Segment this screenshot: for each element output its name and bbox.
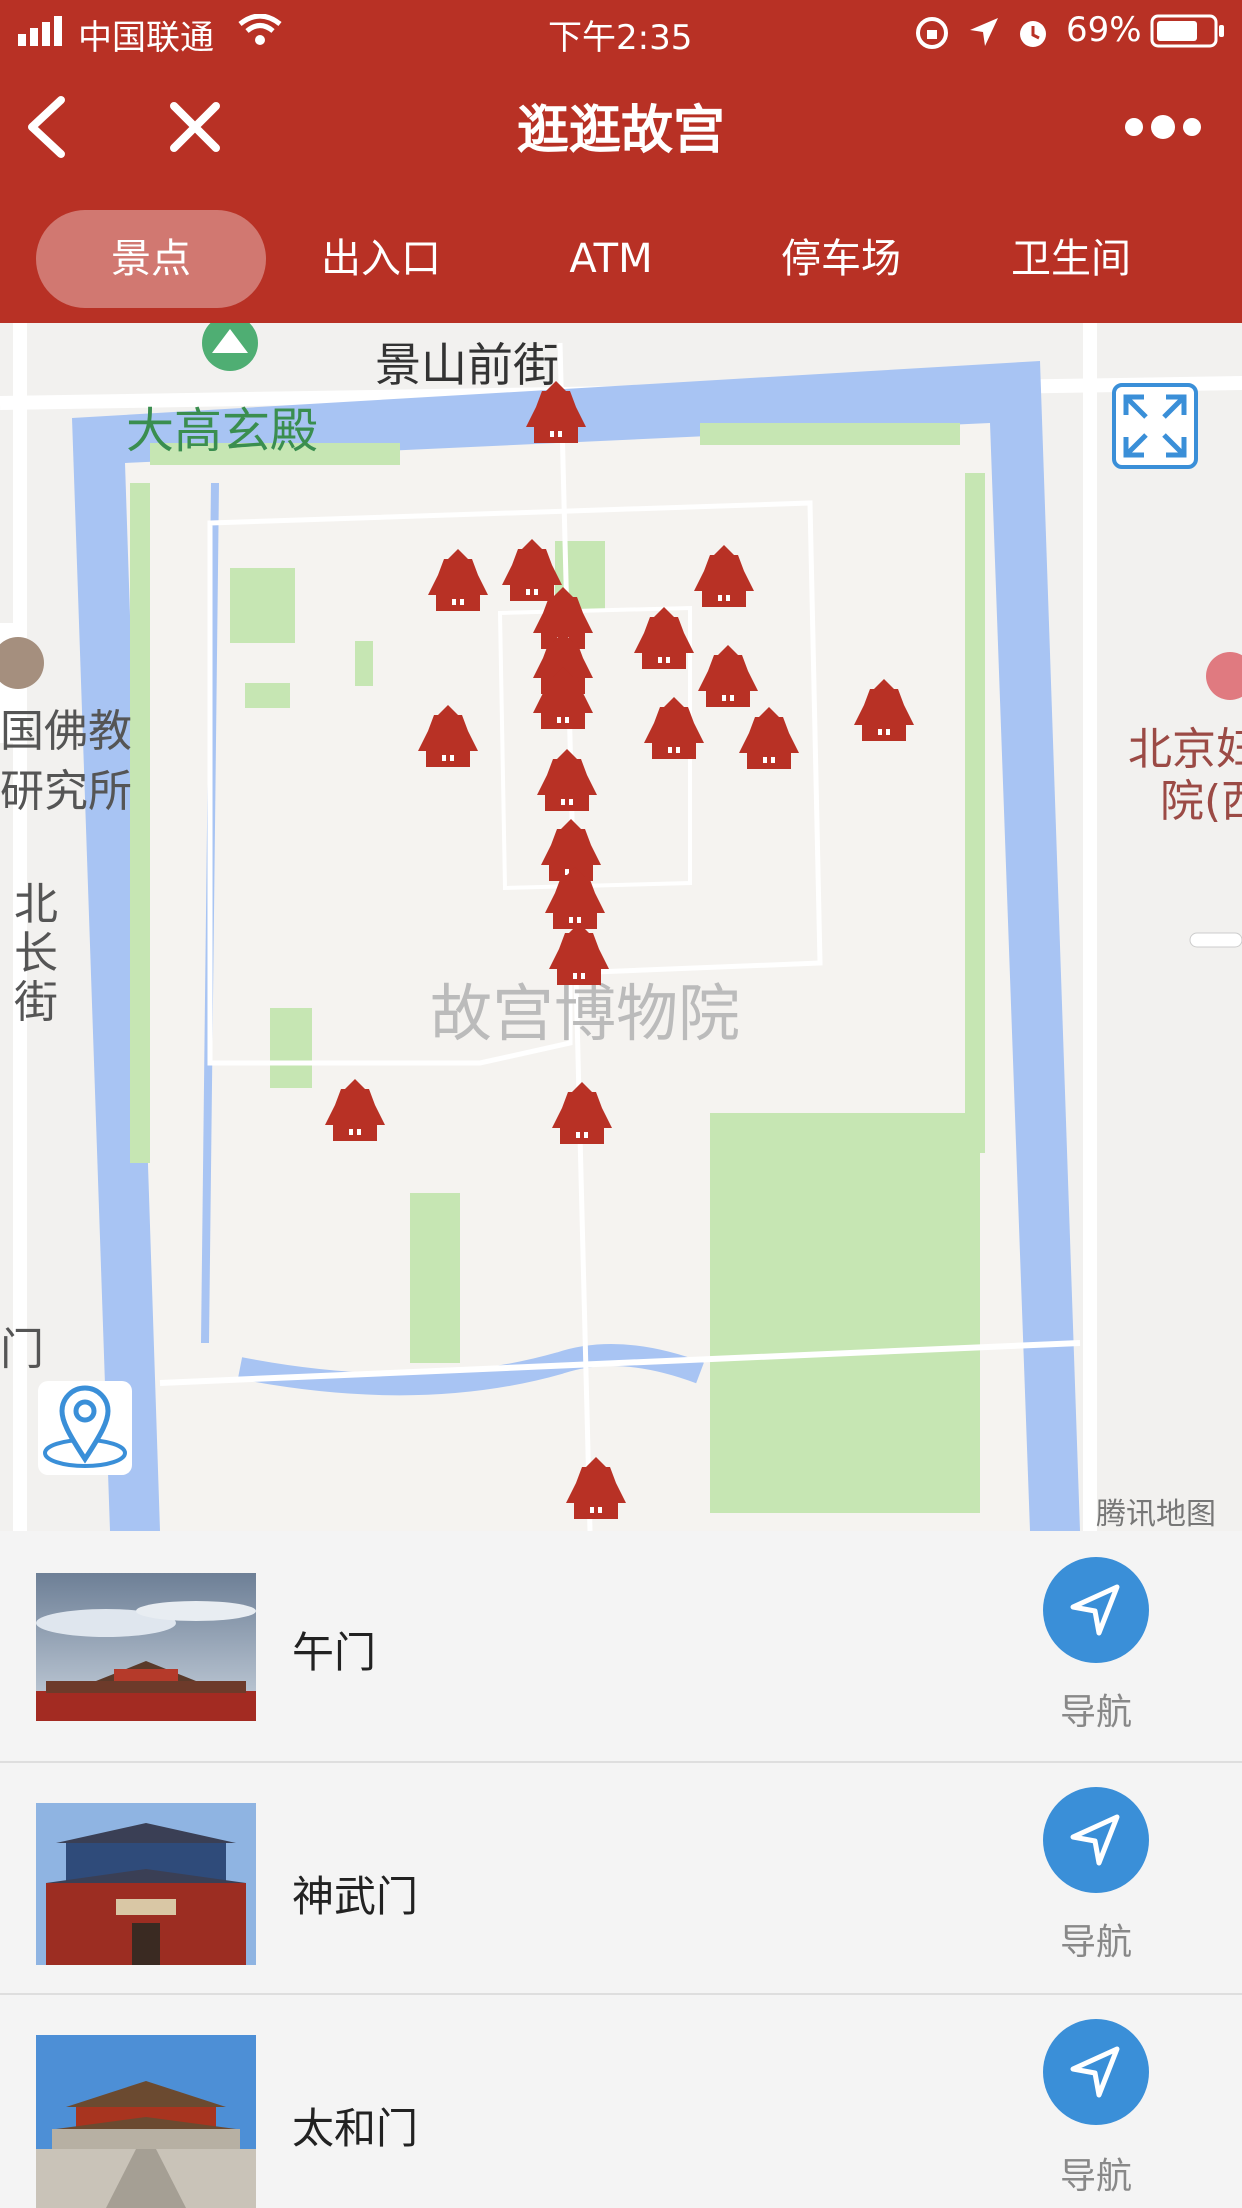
navigate-button[interactable] xyxy=(1043,1787,1149,1893)
status-bar: 中国联通 下午2:35 69% xyxy=(0,0,1242,62)
list-item[interactable]: 神武门 导航 xyxy=(0,1763,1242,1995)
navigate-label[interactable]: 导航 xyxy=(1000,1913,1192,1965)
marker-pagoda-icon[interactable] xyxy=(526,381,586,443)
rotation-lock-icon xyxy=(916,17,948,49)
list-item[interactable]: 太和门 导航 xyxy=(0,1995,1242,2208)
locate-button[interactable] xyxy=(38,1381,132,1475)
location-arrow-icon xyxy=(970,18,998,46)
navigate-label[interactable]: 导航 xyxy=(1000,1683,1192,1735)
battery-percent: 69% xyxy=(1066,10,1142,50)
attraction-name: 太和门 xyxy=(292,2104,419,2153)
navigation-arrow-icon xyxy=(1070,2046,1120,2098)
tab-entrances[interactable]: 出入口 xyxy=(266,210,496,308)
marker-pagoda-icon[interactable] xyxy=(537,749,597,811)
attraction-thumbnail xyxy=(36,1573,256,1721)
marker-pagoda-icon[interactable] xyxy=(566,1457,626,1519)
location-pin-icon xyxy=(43,1385,127,1468)
category-tabs: 景点 出入口 ATM 停车场 卫生间 xyxy=(0,192,1242,323)
carrier-label: 中国联通 xyxy=(78,18,214,58)
fullscreen-button[interactable] xyxy=(1112,383,1198,469)
more-button[interactable] xyxy=(1118,102,1208,152)
attraction-thumbnail xyxy=(36,2035,256,2208)
marker-pagoda-icon[interactable] xyxy=(694,545,754,607)
page-title: 逛逛故宫 xyxy=(516,101,725,161)
navigate-label[interactable]: 导航 xyxy=(1000,2147,1192,2199)
marker-pagoda-icon[interactable] xyxy=(634,607,694,669)
expand-icon xyxy=(1123,394,1187,458)
navigate-button[interactable] xyxy=(1043,2019,1149,2125)
attraction-name: 神武门 xyxy=(292,1872,419,1921)
marker-pagoda-icon[interactable] xyxy=(739,707,799,769)
attraction-name: 午门 xyxy=(292,1628,377,1677)
marker-pagoda-icon[interactable] xyxy=(428,549,488,611)
attraction-list: 午门 导航 神武门 导航 太和门 导航 xyxy=(0,1531,1242,2208)
attraction-thumbnail xyxy=(36,1803,256,1965)
alarm-icon xyxy=(1020,21,1046,47)
marker-pagoda-icon[interactable] xyxy=(502,539,562,601)
map-view[interactable]: 景山前街 大高玄殿 故宫博物院 国佛教 研究所 北 长 街 北京妇 院(西 门 … xyxy=(0,323,1242,1531)
tab-parking[interactable]: 停车场 xyxy=(726,210,956,308)
navigation-arrow-icon xyxy=(1070,1814,1120,1866)
tab-atm[interactable]: ATM xyxy=(496,210,726,308)
list-item[interactable]: 午门 导航 xyxy=(0,1531,1242,1763)
marker-pagoda-icon[interactable] xyxy=(325,1079,385,1141)
marker-pagoda-icon[interactable] xyxy=(644,697,704,759)
nav-bar: 逛逛故宫 xyxy=(0,62,1242,192)
navigation-arrow-icon xyxy=(1070,1584,1120,1636)
wifi-icon xyxy=(238,14,282,45)
marker-pagoda-icon[interactable] xyxy=(698,645,758,707)
tab-restroom[interactable]: 卫生间 xyxy=(956,210,1186,308)
signal-icon xyxy=(18,16,62,46)
battery-icon xyxy=(1150,14,1224,48)
attraction-markers xyxy=(325,381,914,1519)
marker-pagoda-icon[interactable] xyxy=(552,1082,612,1144)
navigate-button[interactable] xyxy=(1043,1557,1149,1663)
status-time: 下午2:35 xyxy=(548,18,693,58)
marker-pagoda-icon[interactable] xyxy=(418,705,478,767)
marker-pagoda-icon[interactable] xyxy=(549,923,609,985)
tab-attractions[interactable]: 景点 xyxy=(36,210,266,308)
marker-pagoda-icon[interactable] xyxy=(854,679,914,741)
more-dots-icon xyxy=(1125,115,1201,139)
